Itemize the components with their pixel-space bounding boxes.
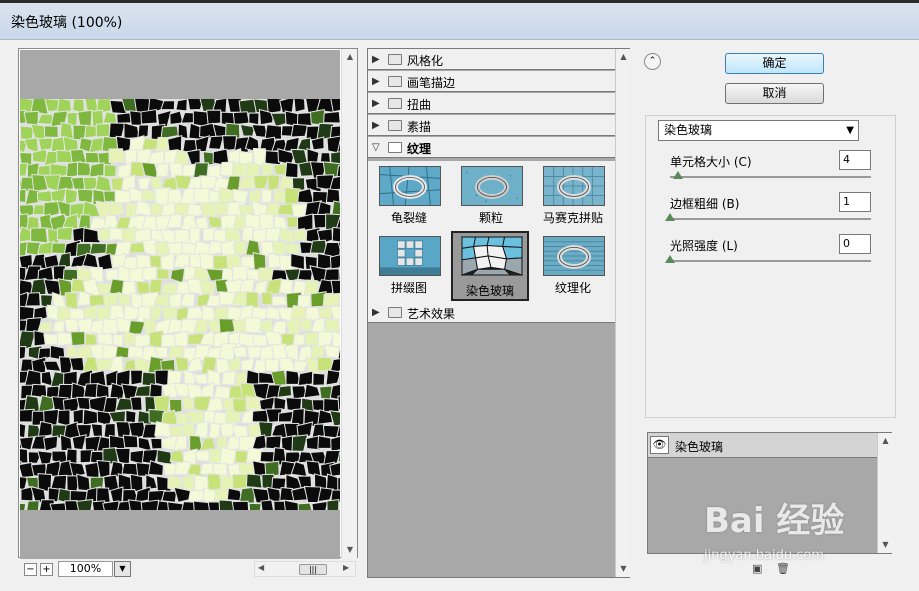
category-label: 画笔描边 [407, 76, 456, 90]
border-thickness-input[interactable]: 1 [839, 192, 871, 212]
expand-triangle-icon[interactable]: ▶ [372, 76, 380, 87]
light-intensity-input[interactable]: 0 [839, 234, 871, 254]
category-texture[interactable]: ▽ 纹理 [368, 137, 615, 158]
filter-label: 龟裂缝 [390, 211, 427, 225]
thumb-image-craquelure [379, 166, 441, 206]
zoom-bar: − + 100% ▼ ◀ ||| ▶ [18, 559, 358, 579]
scroll-thumb[interactable]: ||| [299, 564, 327, 575]
cancel-button[interactable]: 取消 [725, 83, 824, 104]
zoom-in-button[interactable]: + [40, 563, 53, 576]
filter-gallery: ▶ 风格化 ▶ 画笔描边 ▶ 扭曲 ▶ 素描 ▽ 纹理 龟裂缝 颗粒 马赛克拼贴… [367, 48, 630, 578]
zoom-dropdown-icon[interactable]: ▼ [114, 561, 131, 577]
scroll-right-arrow-icon[interactable]: ▶ [343, 563, 349, 572]
window-top-edge [0, 0, 919, 3]
title-bar [0, 0, 919, 40]
open-folder-icon [388, 142, 402, 153]
folder-icon [388, 76, 402, 87]
expand-triangle-icon[interactable]: ▶ [372, 54, 380, 65]
texture-filter-thumbnails: 龟裂缝 颗粒 马赛克拼贴 拼缀图 染色玻璃 纹理化 [368, 161, 615, 307]
light-intensity-slider-thumb[interactable] [665, 255, 675, 263]
filter-select-value: 染色玻璃 [664, 123, 713, 137]
scroll-left-arrow-icon[interactable]: ◀ [258, 563, 264, 572]
light-intensity-slider[interactable] [670, 260, 871, 262]
filter-thumb-texturizer[interactable]: 纹理化 [537, 233, 609, 299]
thumb-image-grain [461, 166, 523, 206]
category-sketch[interactable]: ▶ 素描 [368, 115, 615, 136]
expand-triangle-icon[interactable]: ▶ [372, 307, 380, 318]
preview-horizontal-scrollbar[interactable]: ◀ ||| ▶ [254, 561, 356, 577]
filter-select[interactable]: 染色玻璃 ▼ [658, 120, 859, 141]
effect-layer-row[interactable]: 👁 染色玻璃 [648, 433, 877, 458]
watermark-url: jingyan.baidu.com [704, 548, 824, 563]
zoom-level-field[interactable]: 100% [58, 561, 113, 577]
filter-label: 颗粒 [478, 211, 503, 225]
folder-icon [388, 98, 402, 109]
border-thickness-label: 边框粗细 (B) [670, 197, 740, 211]
filter-thumb-patchwork[interactable]: 拼缀图 [373, 233, 445, 299]
filter-label: 马赛克拼贴 [542, 211, 603, 225]
folder-icon [388, 120, 402, 131]
scroll-up-arrow-icon[interactable]: ▲ [342, 49, 358, 65]
category-label: 风格化 [407, 54, 444, 68]
filter-thumb-craquelure[interactable]: 龟裂缝 [373, 163, 445, 229]
scroll-up-arrow-icon[interactable]: ▲ [878, 433, 893, 449]
category-label: 素描 [407, 120, 432, 134]
thumb-image-texturizer [543, 236, 605, 276]
gallery-vertical-scrollbar[interactable]: ▲ ▼ [615, 49, 630, 577]
filter-thumb-stained-glass[interactable]: 染色玻璃 [451, 231, 529, 301]
border-thickness-slider[interactable] [670, 218, 871, 220]
collapse-gallery-button[interactable]: ⌃ [644, 53, 661, 70]
category-brush-strokes[interactable]: ▶ 画笔描边 [368, 71, 615, 92]
category-distort[interactable]: ▶ 扭曲 [368, 93, 615, 114]
border-thickness-slider-thumb[interactable] [665, 213, 675, 221]
expand-triangle-icon[interactable]: ▶ [372, 120, 380, 131]
preview-vertical-scrollbar[interactable]: ▲ ▼ [341, 49, 357, 558]
cell-size-label: 单元格大小 (C) [670, 155, 752, 169]
filter-thumb-grain[interactable]: 颗粒 [455, 163, 527, 229]
folder-icon [388, 307, 402, 318]
effect-layer-name: 染色玻璃 [675, 440, 724, 454]
eye-visibility-icon[interactable]: 👁 [650, 436, 669, 454]
cell-size-input[interactable]: 4 [839, 150, 871, 170]
window-title: 染色玻璃 (100%) [11, 15, 123, 31]
cell-size-slider-thumb[interactable] [673, 171, 684, 179]
watermark: Bai 经验 jingyan.baidu.com [704, 488, 914, 583]
scroll-down-arrow-icon[interactable]: ▼ [616, 561, 631, 577]
dropdown-arrow-icon[interactable]: ▼ [846, 121, 854, 140]
collapse-triangle-icon[interactable]: ▽ [372, 142, 380, 153]
thumb-image-mosaic-tiles [543, 166, 605, 206]
light-intensity-label: 光照强度 (L) [670, 239, 738, 253]
folder-icon [388, 54, 402, 65]
ok-button[interactable]: 确定 [725, 53, 824, 74]
expand-triangle-icon[interactable]: ▶ [372, 98, 380, 109]
filter-label: 拼缀图 [390, 281, 427, 295]
zoom-out-button[interactable]: − [24, 563, 37, 576]
thumb-image-patchwork [379, 236, 441, 276]
category-artistic[interactable]: ▶ 艺术效果 [368, 302, 615, 323]
thumb-image-stained-glass [461, 236, 523, 276]
preview-image[interactable] [20, 99, 340, 510]
scroll-down-arrow-icon[interactable]: ▼ [342, 542, 358, 558]
filter-thumb-mosaic-tiles[interactable]: 马赛克拼贴 [537, 163, 609, 229]
watermark-logo-text: Bai 经验 [704, 501, 845, 541]
category-label: 艺术效果 [407, 307, 456, 321]
category-stylize[interactable]: ▶ 风格化 [368, 49, 615, 70]
filter-label: 纹理化 [554, 281, 591, 295]
category-label: 扭曲 [407, 98, 432, 112]
scroll-up-arrow-icon[interactable]: ▲ [616, 49, 631, 65]
filter-label: 染色玻璃 [465, 284, 514, 298]
cell-size-slider[interactable] [670, 176, 871, 178]
category-label: 纹理 [407, 142, 432, 156]
